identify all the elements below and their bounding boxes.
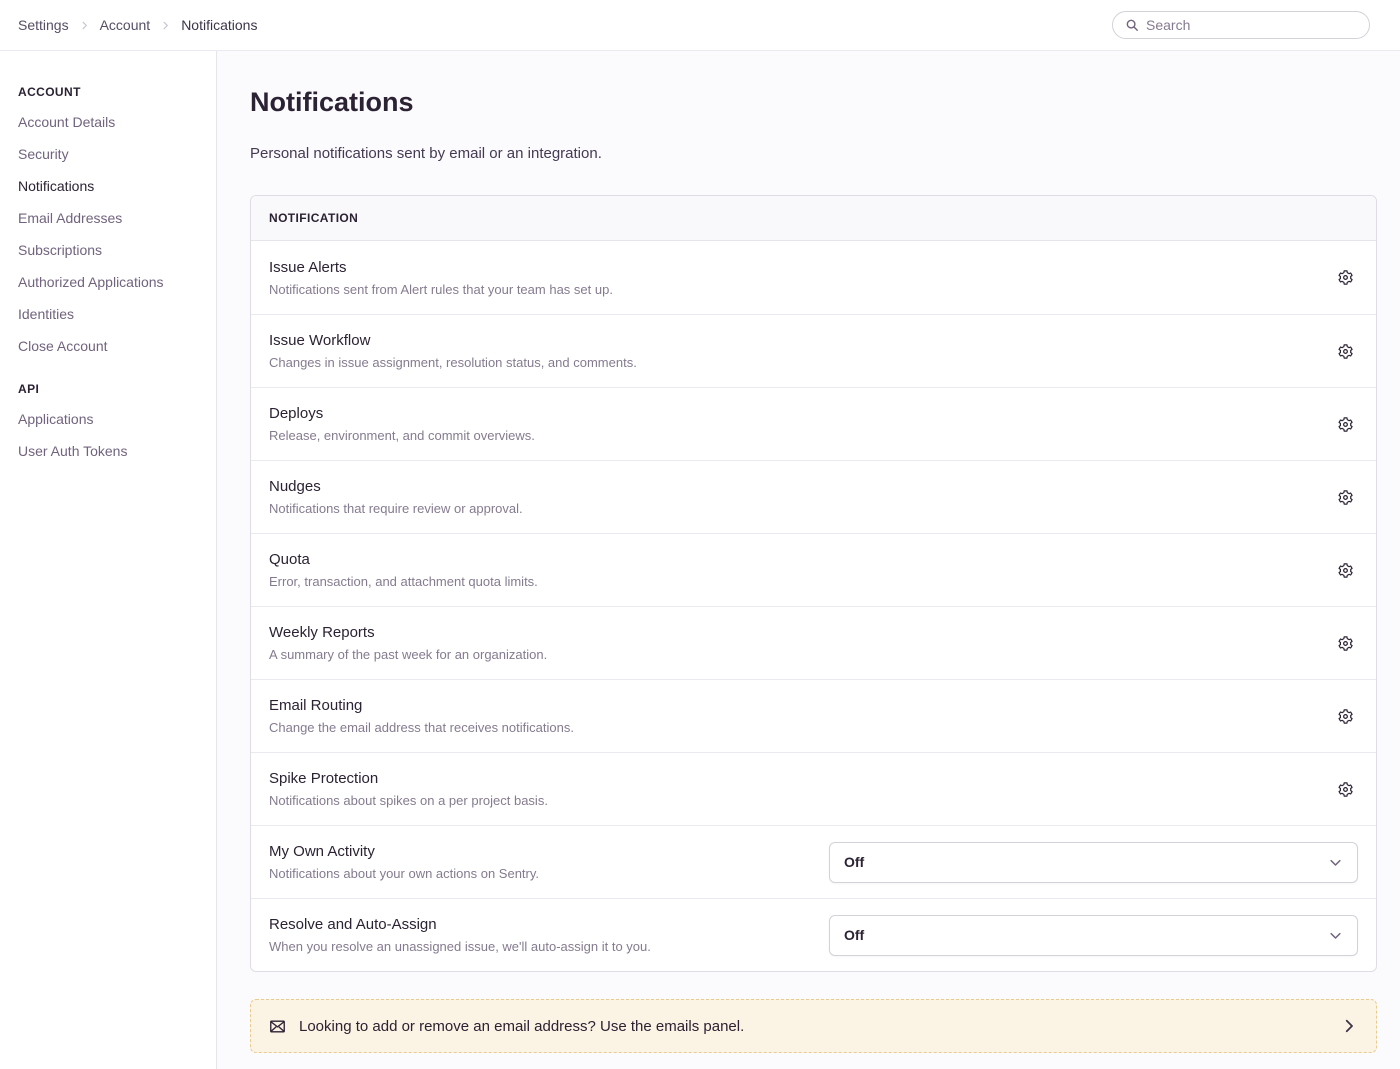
notification-row-my-own-activity: My Own Activity Notifications about your … [251,825,1376,898]
sidebar-section-header: ACCOUNT [18,85,206,99]
row-subtitle: Notifications sent from Alert rules that… [269,282,613,297]
notification-row-nudges: Nudges Notifications that require review … [251,460,1376,533]
breadcrumb-separator-icon [79,20,90,31]
top-bar: Settings Account Notifications [0,0,1400,51]
row-subtitle: Changes in issue assignment, resolution … [269,355,637,370]
breadcrumb: Settings Account Notifications [18,17,257,33]
notification-row-issue-workflow: Issue Workflow Changes in issue assignmen… [251,314,1376,387]
chevron-down-icon [1328,928,1343,943]
sidebar-item-email-addresses[interactable]: Email Addresses [18,211,206,226]
row-subtitle: Error, transaction, and attachment quota… [269,574,538,589]
row-title: Weekly Reports [269,624,547,641]
row-title: Email Routing [269,697,574,714]
breadcrumb-item-account[interactable]: Account [100,17,151,33]
row-title: Spike Protection [269,770,548,787]
sidebar-section-account: ACCOUNT Account Details Security Notificati… [18,85,206,354]
notification-row-issue-alerts: Issue Alerts Notifications sent from Aler… [251,241,1376,314]
gear-icon[interactable] [1333,265,1358,290]
sidebar-item-notifications[interactable]: Notifications [18,179,206,194]
notification-row-weekly-reports: Weekly Reports A summary of the past week… [251,606,1376,679]
sidebar-section-api: API Applications User Auth Tokens [18,382,206,459]
notification-row-resolve-and-auto-assign: Resolve and Auto-Assign When you resolve … [251,898,1376,971]
mail-icon [269,1018,286,1035]
panel-header: NOTIFICATION [251,196,1376,241]
row-subtitle: Notifications about spikes on a per proj… [269,793,548,808]
row-title: Issue Alerts [269,259,613,276]
notification-row-quota: Quota Error, transaction, and attachment … [251,533,1376,606]
row-subtitle: Notifications about your own actions on … [269,866,539,881]
row-title: Nudges [269,478,523,495]
banner-text: Looking to add or remove an email addres… [299,1018,744,1035]
sidebar-item-user-auth-tokens[interactable]: User Auth Tokens [18,444,206,459]
main-content: Notifications Personal notifications sen… [217,51,1400,1069]
gear-icon[interactable] [1333,339,1358,364]
gear-icon[interactable] [1333,704,1358,729]
gear-icon[interactable] [1333,412,1358,437]
row-title: Deploys [269,405,535,422]
resolve-and-auto-assign-select[interactable]: Off [829,915,1358,956]
sidebar-item-subscriptions[interactable]: Subscriptions [18,243,206,258]
sidebar-item-account-details[interactable]: Account Details [18,115,206,130]
breadcrumb-item-settings[interactable]: Settings [18,17,69,33]
notification-row-email-routing: Email Routing Change the email address th… [251,679,1376,752]
chevron-right-icon[interactable] [1340,1017,1358,1035]
gear-icon[interactable] [1333,777,1358,802]
my-own-activity-select[interactable]: Off [829,842,1358,883]
sidebar-item-security[interactable]: Security [18,147,206,162]
row-subtitle: When you resolve an unassigned issue, we… [269,939,651,954]
row-title: Issue Workflow [269,332,637,349]
chevron-down-icon [1328,855,1343,870]
page-description: Personal notifications sent by email or … [250,145,1377,162]
row-subtitle: A summary of the past week for an organi… [269,647,547,662]
row-title: Quota [269,551,538,568]
settings-sidebar: ACCOUNT Account Details Security Notificati… [0,51,217,1069]
search-icon [1125,18,1139,32]
row-subtitle: Notifications that require review or app… [269,501,523,516]
search-box[interactable] [1112,11,1370,39]
search-input[interactable] [1146,17,1357,33]
breadcrumb-item-notifications: Notifications [181,17,257,33]
sidebar-item-authorized-applications[interactable]: Authorized Applications [18,275,206,290]
emails-panel-banner[interactable]: Looking to add or remove an email addres… [250,999,1377,1053]
notification-row-deploys: Deploys Release, environment, and commit … [251,387,1376,460]
select-value: Off [844,927,864,943]
row-subtitle: Change the email address that receives n… [269,720,574,735]
breadcrumb-separator-icon [160,20,171,31]
sidebar-section-header: API [18,382,206,396]
sidebar-item-close-account[interactable]: Close Account [18,339,206,354]
gear-icon[interactable] [1333,485,1358,510]
gear-icon[interactable] [1333,631,1358,656]
select-value: Off [844,854,864,870]
notifications-panel: NOTIFICATION Issue Alerts Notifications s… [250,195,1377,972]
sidebar-item-identities[interactable]: Identities [18,307,206,322]
row-subtitle: Release, environment, and commit overvie… [269,428,535,443]
sidebar-item-applications[interactable]: Applications [18,412,206,427]
page-title: Notifications [250,87,1377,118]
row-title: Resolve and Auto-Assign [269,916,651,933]
row-title: My Own Activity [269,843,539,860]
gear-icon[interactable] [1333,558,1358,583]
notification-row-spike-protection: Spike Protection Notifications about spik… [251,752,1376,825]
